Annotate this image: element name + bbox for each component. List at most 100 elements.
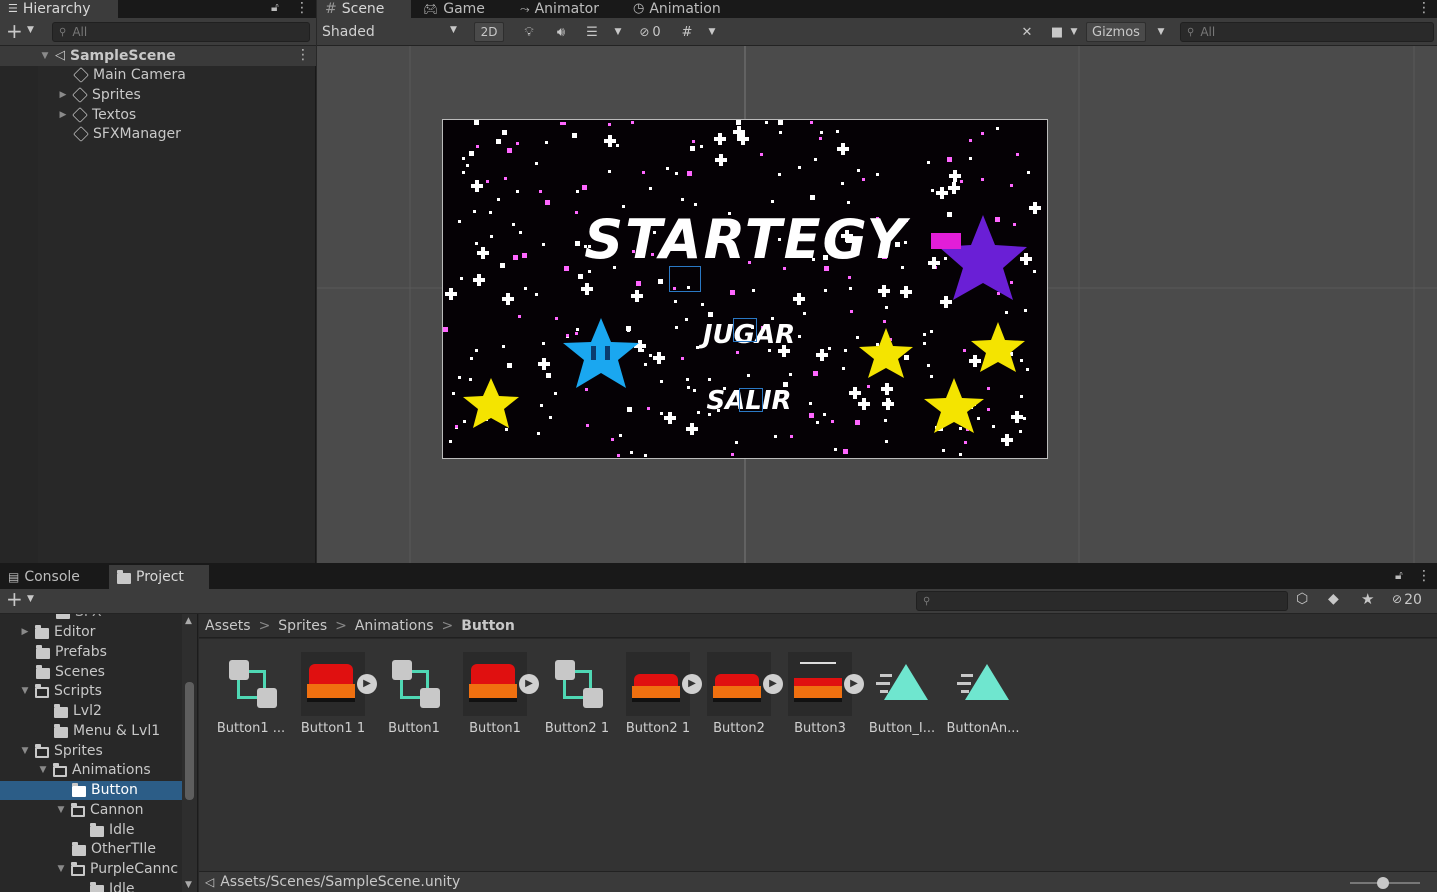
expand-triangle-icon[interactable]: ▼: [56, 800, 66, 820]
yellow-star-sprite-3: [971, 322, 1025, 372]
hierarchy-tree: ▼ ◁ SampleScene ⋮ Main Camera ▶ Sprites …: [0, 46, 316, 564]
expand-triangle-icon[interactable]: ▶: [58, 85, 68, 105]
asset-item[interactable]: ▶ Button3: [785, 652, 864, 762]
folder-label: Menu & Lvl1: [73, 723, 161, 739]
animation-clip-icon: [951, 652, 1015, 716]
breadcrumb-sprites[interactable]: Sprites: [278, 618, 327, 634]
blue-star-sprite: [563, 318, 639, 388]
folder-item-idle-2[interactable]: Idle: [90, 879, 135, 892]
hierarchy-item-main-camera[interactable]: Main Camera: [73, 65, 186, 85]
effects-dropdown-icon[interactable]: ▼: [611, 22, 625, 42]
tab-console[interactable]: ▤ Console: [0, 565, 88, 589]
hierarchy-item-label: Main Camera: [93, 67, 186, 83]
expand-triangle-icon[interactable]: ▼: [38, 760, 48, 780]
project-search-input[interactable]: ⚲: [916, 591, 1288, 611]
expand-triangle-icon[interactable]: ▶: [58, 105, 68, 125]
add-icon[interactable]: +: [6, 587, 23, 611]
asset-item[interactable]: ▶ Button2: [704, 652, 783, 762]
asset-item[interactable]: Button2 1: [542, 652, 612, 762]
scene-row[interactable]: ▼ ◁ SampleScene: [40, 46, 176, 66]
tab-animator[interactable]: ⤳ Animator: [512, 0, 607, 18]
breadcrumb-assets[interactable]: Assets: [205, 618, 251, 634]
add-icon[interactable]: +: [6, 19, 23, 43]
gizmos-dropdown-icon[interactable]: ▼: [1153, 22, 1169, 42]
scene-kebab-icon[interactable]: ⋮: [1417, 0, 1431, 16]
expand-triangle-icon[interactable]: ▼: [56, 859, 66, 879]
scroll-down-icon[interactable]: ▼: [185, 880, 192, 890]
label-tag-icon[interactable]: ◆: [1328, 591, 1339, 607]
folder-item-sfx-partial[interactable]: SFX: [56, 614, 102, 622]
tab-hierarchy[interactable]: ☰ Hierarchy: [0, 0, 118, 18]
tools-icon[interactable]: ✕: [1015, 22, 1039, 42]
lock-icon[interactable]: 🔓︎: [271, 0, 279, 15]
folder-item-editor[interactable]: ▶ Editor: [20, 622, 96, 642]
asset-item[interactable]: Button_I...: [867, 652, 937, 762]
grid-dropdown-icon[interactable]: ▼: [705, 22, 719, 42]
effects-toggle-icon[interactable]: ☰: [580, 22, 604, 42]
asset-item[interactable]: ▶ Button1: [460, 652, 539, 762]
folder-item-button[interactable]: Button: [72, 780, 138, 800]
tab-animation[interactable]: ◷ Animation: [625, 0, 729, 18]
folder-open-icon: [35, 743, 49, 758]
shading-mode-dropdown[interactable]: Shaded ▼: [317, 22, 467, 42]
expand-triangle-icon[interactable]: ▼: [20, 741, 30, 761]
scene-menu-icon[interactable]: ⋮: [296, 47, 310, 63]
scrollbar-thumb[interactable]: [185, 682, 194, 800]
audio-toggle-icon[interactable]: 🔊︎: [549, 22, 573, 42]
favorite-star-icon[interactable]: ★: [1361, 590, 1374, 608]
tab-scene[interactable]: # Scene: [317, 0, 411, 18]
kebab-menu-icon[interactable]: ⋮: [295, 0, 309, 16]
expand-triangle-icon[interactable]: ▶: [20, 622, 30, 642]
camera-icon[interactable]: ■: [1047, 22, 1067, 42]
folder-item-lvl2[interactable]: Lvl2: [54, 701, 102, 721]
zoom-slider-handle[interactable]: [1377, 877, 1389, 889]
toggle-2d-button[interactable]: 2D: [474, 22, 504, 42]
hierarchy-item-textos[interactable]: ▶ Textos: [58, 105, 137, 125]
camera-dropdown-icon[interactable]: ▼: [1068, 22, 1080, 42]
hierarchy-search-input[interactable]: ⚲ All: [52, 22, 310, 42]
folder-item-idle[interactable]: Idle: [90, 820, 135, 840]
asset-item[interactable]: ▶ Button2 1: [623, 652, 702, 762]
hierarchy-item-sprites[interactable]: ▶ Sprites: [58, 85, 141, 105]
folder-item-menu-lvl1[interactable]: Menu & Lvl1: [54, 721, 160, 741]
breadcrumb-animations[interactable]: Animations: [355, 618, 434, 634]
asset-item[interactable]: Button1 ...: [216, 652, 286, 762]
lock-icon[interactable]: 🔓︎: [1395, 568, 1403, 583]
hidden-objects-toggle[interactable]: ⊘ 0: [633, 22, 667, 42]
tab-project[interactable]: Project: [109, 565, 209, 589]
asset-item[interactable]: ButtonAn...: [946, 652, 1020, 762]
tab-game[interactable]: 🎮︎ Game: [415, 0, 493, 18]
hierarchy-item-sfxmanager[interactable]: SFXManager: [73, 124, 181, 144]
tree-scrollbar[interactable]: ▲ ▼: [182, 614, 197, 892]
grid-snap-icon[interactable]: #: [675, 22, 699, 42]
tab-game-label: Game: [443, 1, 485, 17]
folder-item-scripts[interactable]: ▼ Scripts: [20, 681, 102, 701]
asset-item[interactable]: ▶ Button1 1: [298, 652, 377, 762]
chevron-down-icon[interactable]: ▼: [27, 25, 34, 35]
scroll-up-icon[interactable]: ▲: [185, 616, 192, 626]
breadcrumb: Assets > Sprites > Animations > Button: [199, 614, 1437, 638]
expand-triangle-icon[interactable]: ▼: [40, 46, 50, 66]
hidden-packages-count: 20: [1404, 592, 1422, 608]
folder-item-cannon[interactable]: ▼ Cannon: [56, 800, 144, 820]
hidden-packages-toggle[interactable]: ⊘ 20: [1392, 592, 1422, 608]
breadcrumb-button[interactable]: Button: [461, 618, 515, 634]
folder-item-scenes[interactable]: Scenes: [36, 662, 105, 682]
gizmos-button[interactable]: Gizmos: [1086, 22, 1146, 42]
lighting-toggle-icon[interactable]: 💡︎: [517, 22, 541, 42]
game-title: STARTEGY: [584, 208, 908, 271]
expand-triangle-icon[interactable]: ▼: [20, 681, 30, 701]
scene-search-input[interactable]: ⚲ All: [1180, 22, 1434, 42]
folder-item-purplecannon[interactable]: ▼ PurpleCannc: [56, 859, 178, 879]
game-canvas[interactable]: STARTEGY JUGAR SALIR: [442, 119, 1048, 459]
folder-item-animations[interactable]: ▼ Animations: [38, 760, 151, 780]
kebab-menu-icon[interactable]: ⋮: [1417, 568, 1431, 584]
chevron-down-icon[interactable]: ▼: [27, 594, 34, 604]
asset-item[interactable]: Button1: [379, 652, 449, 762]
folder-item-sprites[interactable]: ▼ Sprites: [20, 741, 103, 761]
folder-label: Idle: [109, 881, 135, 892]
scene-viewport[interactable]: STARTEGY JUGAR SALIR: [317, 46, 1437, 564]
folder-item-prefabs[interactable]: Prefabs: [36, 642, 107, 662]
folder-item-othertile[interactable]: OtherTIle: [72, 839, 156, 859]
filter-type-icon[interactable]: ⬡: [1296, 591, 1308, 607]
